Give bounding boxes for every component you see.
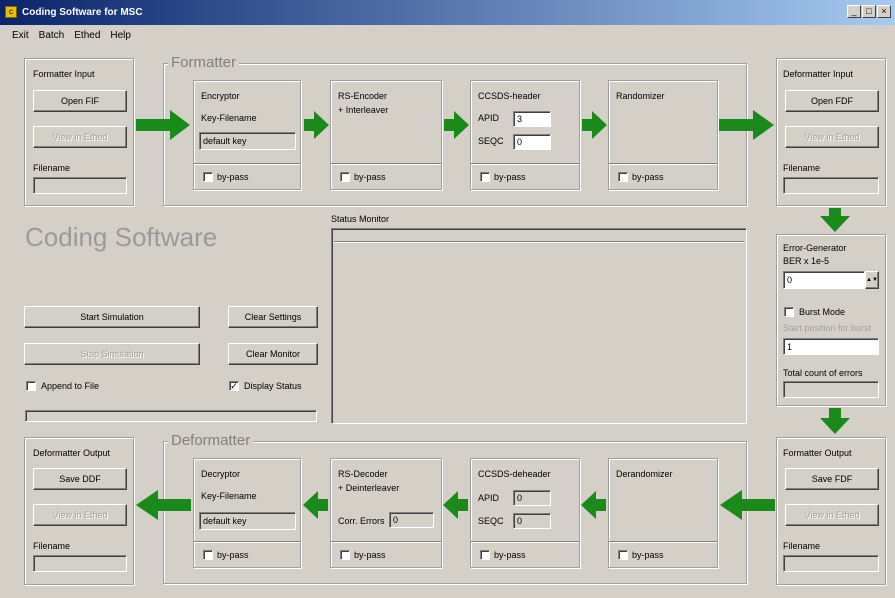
arrow-right-icon	[719, 110, 774, 140]
arrow-left-icon	[443, 491, 468, 519]
arrow-down-icon	[820, 208, 850, 232]
arrow-right-icon	[582, 111, 607, 139]
arrow-right-icon	[304, 111, 329, 139]
arrow-down-icon	[820, 408, 850, 434]
arrow-right-icon	[444, 111, 469, 139]
arrow-left-icon	[136, 490, 191, 520]
arrow-left-icon	[581, 491, 606, 519]
arrow-left-icon	[303, 491, 328, 519]
arrow-right-icon	[136, 110, 190, 140]
arrow-left-icon	[720, 490, 775, 520]
flow-arrows	[136, 110, 850, 520]
